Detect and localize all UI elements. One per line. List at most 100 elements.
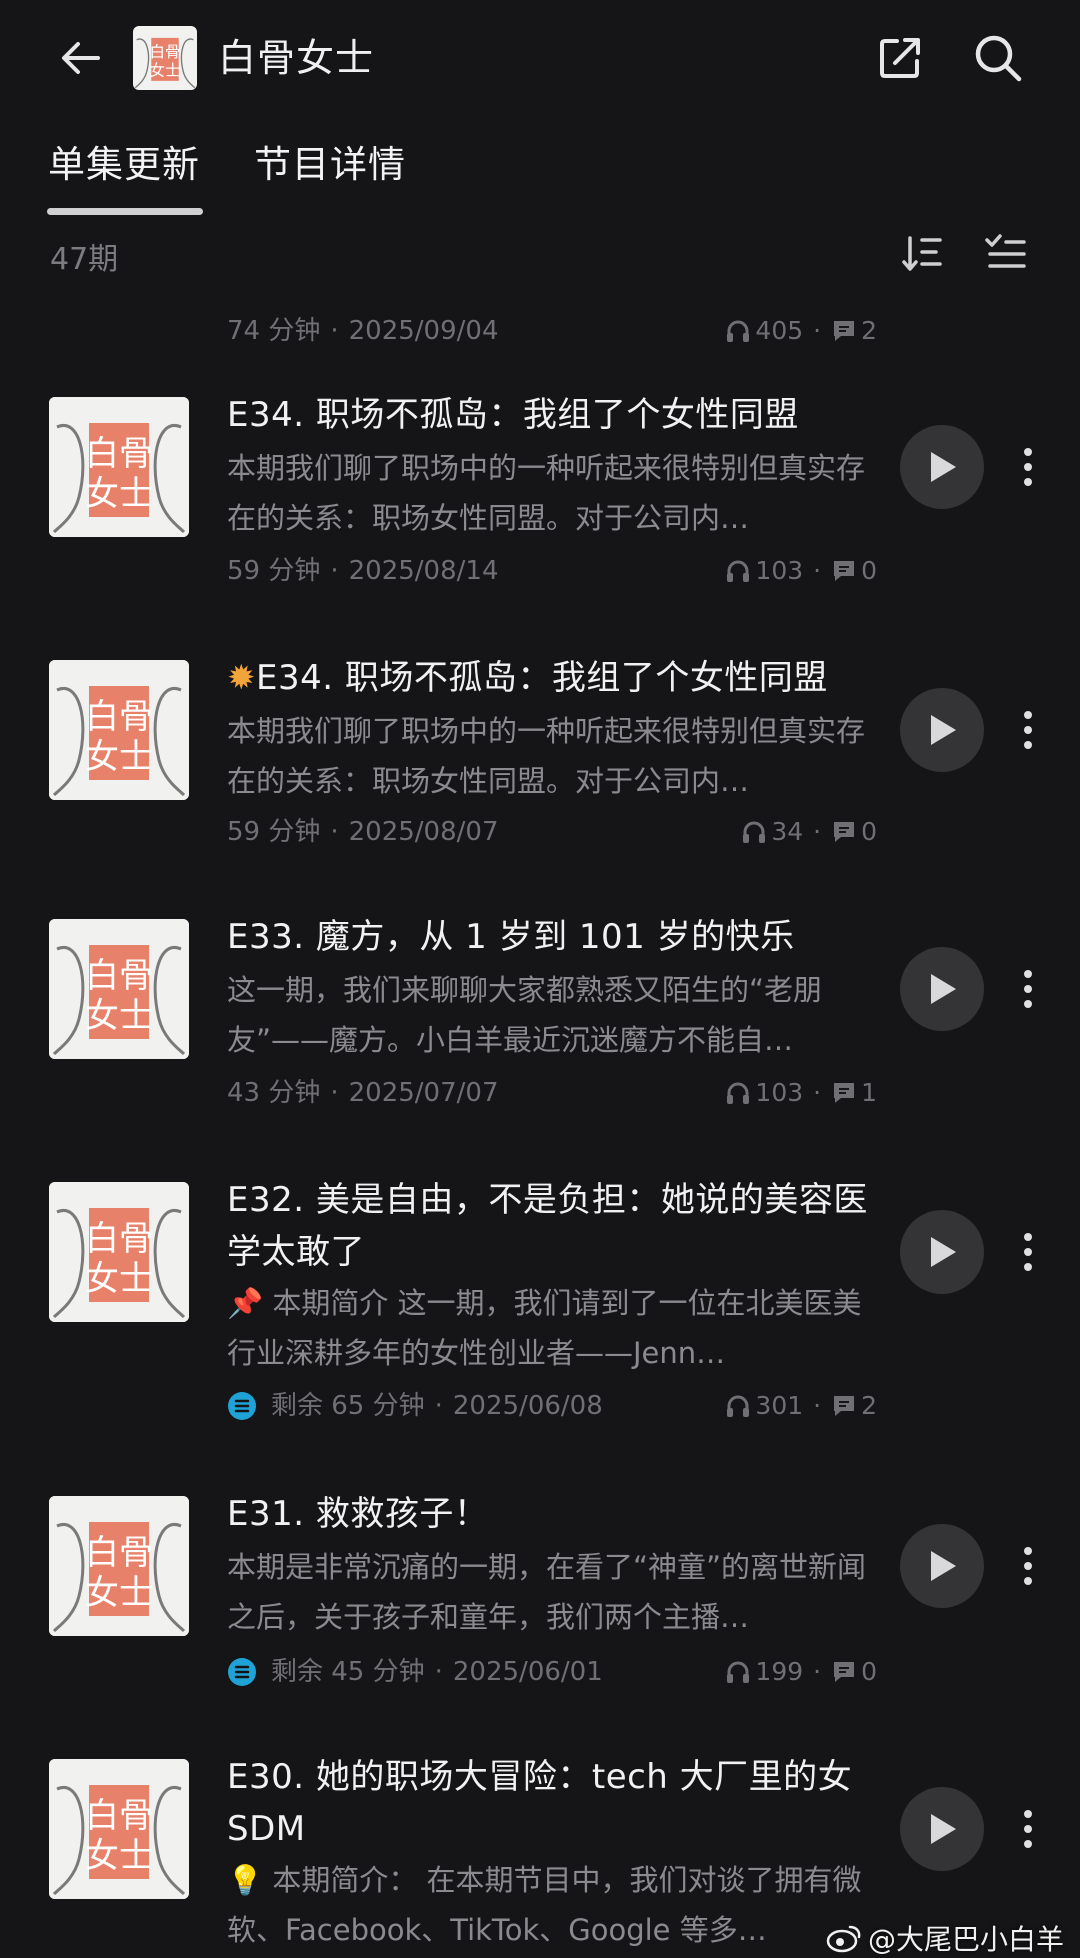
svg-text:女士: 女士 [85, 1259, 153, 1299]
svg-text:女士: 女士 [85, 737, 153, 777]
more-options-button[interactable] [1008, 1210, 1048, 1294]
episode-duration: 剩余 45 分钟 [271, 1657, 425, 1687]
podcast-title: 白骨女士 [218, 36, 375, 80]
comment-icon [831, 1659, 857, 1685]
more-options-button[interactable] [1008, 1787, 1048, 1871]
episode-meta-partial: 74 分钟 · 2025/09/04 405 · 2 [227, 313, 877, 349]
episode-date: 2025/09/04 [348, 316, 499, 346]
more-options-button[interactable] [1008, 1524, 1048, 1608]
episode-description: 本期是非常沉痛的一期，在看了“神童”的离世新闻之后，关于孩子和童年，我们两个主播… [227, 1550, 867, 1634]
comment-count: 0 [861, 817, 877, 846]
svg-text:白骨: 白骨 [85, 434, 153, 474]
episode-title: E34. 职场不孤岛：我组了个女性同盟 [227, 395, 799, 435]
play-button[interactable] [900, 947, 984, 1031]
episode-duration: 74 分钟 [227, 316, 321, 346]
podcast-cover-image: 白骨 女士 [133, 26, 197, 90]
more-vertical-icon [1024, 1547, 1032, 1585]
episode-cover-image: 白骨 女士 [49, 1182, 189, 1322]
episode-description: 这一期，我们来聊聊大家都熟悉又陌生的“老朋友”——魔方。小白羊最近沉迷魔方不能自… [227, 973, 823, 1057]
svg-text:女士: 女士 [85, 474, 153, 514]
episode-item[interactable]: 白骨 女士 E34. 职场不孤岛：我组了个女性同盟 本期我们聊了职场中的一种听起… [0, 395, 1080, 627]
svg-text:白骨: 白骨 [149, 43, 180, 61]
play-button[interactable] [900, 1787, 984, 1871]
episode-cover: 白骨 女士 [49, 1496, 189, 1636]
checklist-icon [985, 234, 1026, 268]
episode-title: E33. 魔方，从 1 岁到 101 岁的快乐 [227, 917, 795, 957]
episode-meta: 59 分钟 · 2025/08/07 34 · 0 [227, 814, 877, 850]
share-icon [880, 38, 920, 78]
headphones-icon [725, 1080, 751, 1106]
episode-item[interactable]: 白骨 女士 E33. 魔方，从 1 岁到 101 岁的快乐 这一期，我们来聊聊大… [0, 917, 1080, 1149]
comment-icon [831, 819, 857, 845]
episode-duration: 43 分钟 [227, 1078, 321, 1108]
search-button[interactable] [968, 30, 1028, 86]
sun-badge-icon: ✹ [227, 658, 256, 698]
episode-description: 📌 本期简介 这一期，我们请到了一位在北美医美行业深耕多年的女性创业者——Jen… [227, 1286, 862, 1370]
back-button[interactable] [52, 30, 108, 86]
tab-episodes[interactable]: 单集更新 [48, 140, 200, 190]
remaining-time-icon [227, 1657, 257, 1687]
episode-count: 47期 [50, 242, 119, 277]
episode-item[interactable]: 白骨 女士 E32. 美是自由，不是负担：她说的美容医学太敢了 📌 本期简介 这… [0, 1180, 1080, 1462]
episode-cover-image: 白骨 女士 [49, 1759, 189, 1899]
sort-button[interactable] [896, 226, 948, 282]
svg-text:女士: 女士 [85, 1573, 153, 1613]
episode-date: 2025/06/08 [452, 1391, 603, 1421]
episode-item[interactable]: 白骨 女士 ✹E34. 职场不孤岛：我组了个女性同盟 本期我们聊了职场中的一种听… [0, 658, 1080, 890]
episode-cover-image: 白骨 女士 [49, 660, 189, 800]
episode-cover: 白骨 女士 [49, 397, 189, 537]
episode-title: E32. 美是自由，不是负担：她说的美容医学太敢了 [227, 1180, 868, 1272]
more-options-button[interactable] [1008, 688, 1048, 772]
episode-item[interactable]: 白骨 女士 E31. 救救孩子！ 本期是非常沉痛的一期，在看了“神童”的离世新闻… [0, 1494, 1080, 1726]
play-button[interactable] [900, 1210, 984, 1294]
multi-select-button[interactable] [980, 226, 1032, 282]
sort-icon [902, 236, 942, 271]
play-count: 34 [771, 817, 804, 846]
episode-cover-image: 白骨 女士 [49, 1496, 189, 1636]
episode-description: 💡 本期简介： 在本期节目中，我们对谈了拥有微软、Facebook、TikTok… [227, 1863, 862, 1947]
play-count: 103 [755, 556, 804, 585]
comment-icon [831, 558, 857, 584]
active-tab-indicator [47, 208, 203, 215]
episode-meta: 59 分钟 · 2025/08/14 103 · 0 [227, 553, 877, 589]
more-vertical-icon [1024, 1810, 1032, 1848]
episode-title: E30. 她的职场大冒险：tech 大厂里的女 SDM [227, 1759, 853, 1849]
svg-text:白骨: 白骨 [85, 1533, 153, 1573]
play-count: 405 [755, 316, 804, 345]
episode-cover: 白骨 女士 [49, 1759, 189, 1899]
episode-cover-image: 白骨 女士 [49, 397, 189, 537]
episode-date: 2025/08/07 [348, 817, 499, 847]
episode-title: E31. 救救孩子！ [227, 1494, 489, 1534]
headphones-icon [725, 1659, 751, 1685]
podcast-cover-thumbnail[interactable]: 白骨 女士 [133, 26, 197, 90]
episode-meta: 剩余 65 分钟 · 2025/06/08 301 · 2 [227, 1388, 877, 1424]
list-toolbar: 47期 [0, 226, 1080, 286]
episode-description: 本期我们聊了职场中的一种听起来很特别但真实存在的关系：职场女性同盟。对于公司内… [227, 451, 866, 535]
more-options-button[interactable] [1008, 425, 1048, 509]
tab-details[interactable]: 节目详情 [254, 140, 406, 190]
more-vertical-icon [1024, 1233, 1032, 1271]
svg-text:女士: 女士 [85, 1836, 153, 1876]
episode-cover: 白骨 女士 [49, 660, 189, 800]
play-icon [931, 974, 956, 1004]
more-options-button[interactable] [1008, 947, 1048, 1031]
svg-text:白骨: 白骨 [85, 1796, 153, 1836]
play-button[interactable] [900, 688, 984, 772]
episode-date: 2025/06/01 [452, 1657, 603, 1687]
more-vertical-icon [1024, 448, 1032, 486]
episode-description: 本期我们聊了职场中的一种听起来很特别但真实存在的关系：职场女性同盟。对于公司内… [227, 714, 866, 798]
weibo-watermark: @大尾巴小白羊 [826, 1918, 1064, 1958]
more-vertical-icon [1024, 711, 1032, 749]
play-button[interactable] [900, 425, 984, 509]
comment-icon [831, 1080, 857, 1106]
comment-count: 0 [861, 556, 877, 585]
episode-meta: 剩余 45 分钟 · 2025/06/01 199 · 0 [227, 1654, 877, 1690]
episode-date: 2025/08/14 [348, 556, 499, 586]
back-arrow-icon [62, 42, 100, 74]
episode-duration: 剩余 65 分钟 [271, 1391, 425, 1421]
play-icon [931, 1814, 956, 1844]
comment-icon [831, 1393, 857, 1419]
share-button[interactable] [872, 30, 928, 86]
play-button[interactable] [900, 1524, 984, 1608]
episode-duration: 59 分钟 [227, 817, 321, 847]
